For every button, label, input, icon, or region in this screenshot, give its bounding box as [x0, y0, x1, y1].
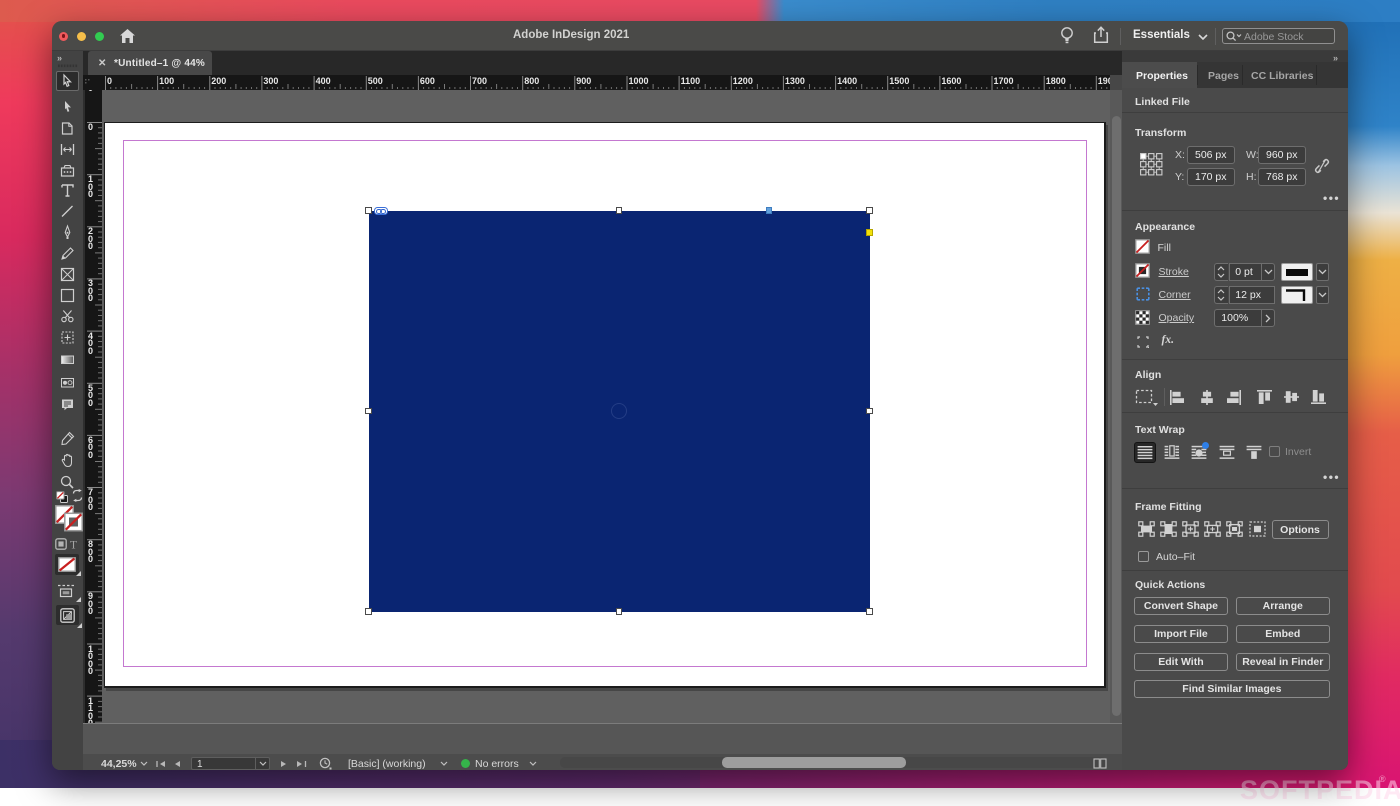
svg-text:T: T — [70, 540, 77, 551]
